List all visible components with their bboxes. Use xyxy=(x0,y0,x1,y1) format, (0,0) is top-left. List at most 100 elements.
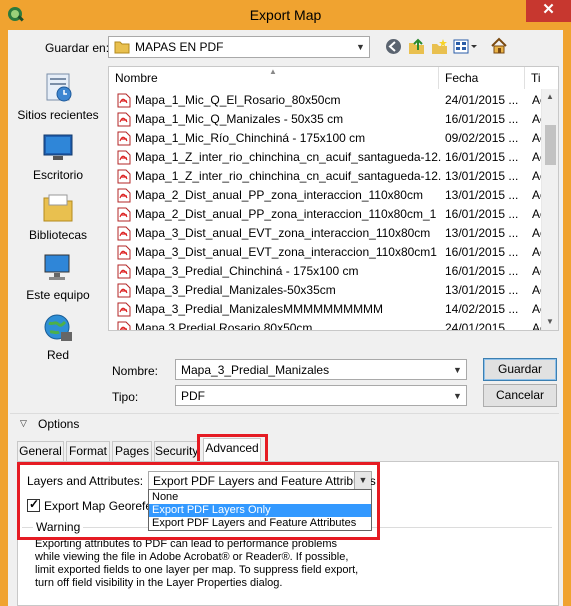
file-name: Mapa_3_Predial_ManizalesMMMMMMMMMM xyxy=(135,302,384,316)
pdf-file-icon xyxy=(117,112,131,127)
back-icon[interactable] xyxy=(385,38,402,55)
libraries-icon xyxy=(41,192,75,224)
file-date: 16/01/2015 ... xyxy=(445,112,519,126)
scrollbar-thumb[interactable] xyxy=(545,125,556,165)
vertical-scrollbar[interactable]: ▲ ▼ xyxy=(541,89,558,330)
pdf-file-icon xyxy=(117,302,131,317)
file-row[interactable]: Mapa_1_Z_inter_rio_chinchina_cn_acuif_sa… xyxy=(109,148,544,167)
filetype-select[interactable]: PDF ▼ xyxy=(175,385,467,406)
file-date: 09/02/2015 ... xyxy=(445,131,519,145)
filename-value: Mapa_3_Predial_Manizales xyxy=(181,363,330,377)
file-date: 13/01/2015 ... xyxy=(445,188,519,202)
recent-places-icon xyxy=(41,72,75,104)
file-row[interactable]: Mapa 3 Predial Rosario 80x50cm 24/01/2015… xyxy=(109,319,544,331)
file-row[interactable]: Mapa_3_Dist_anual_EVT_zona_interaccion_1… xyxy=(109,224,544,243)
sidebar-item-label: Red xyxy=(46,348,69,362)
pdf-file-icon xyxy=(117,264,131,279)
sidebar-item-recent[interactable]: Sitios recientes xyxy=(10,72,106,122)
file-name: Mapa 3 Predial Rosario 80x50cm xyxy=(135,321,313,331)
network-icon xyxy=(41,312,75,344)
column-header-date[interactable]: Fecha xyxy=(439,67,525,89)
sidebar-item-libraries[interactable]: Bibliotecas xyxy=(10,192,106,242)
tab-general[interactable]: General xyxy=(17,441,64,461)
column-header-type[interactable]: Ti xyxy=(525,67,558,89)
pdf-file-icon xyxy=(117,93,131,108)
file-row[interactable]: Mapa_3_Predial_Manizales-50x35cm 13/01/20… xyxy=(109,281,544,300)
file-row[interactable]: Mapa_1_Mic_Río_Chinchiná - 175x100 cm 09/… xyxy=(109,129,544,148)
sidebar-item-label: Bibliotecas xyxy=(28,228,88,242)
file-row[interactable]: Mapa_1_Mic_Q_Manizales - 50x35 cm 16/01/2… xyxy=(109,110,544,129)
window-title: Export Map xyxy=(249,7,322,23)
computer-icon xyxy=(41,252,75,284)
file-date: 16/01/2015 ... xyxy=(445,264,519,278)
folder-icon xyxy=(114,40,130,54)
file-name: Mapa_1_Mic_Río_Chinchiná - 175x100 cm xyxy=(135,131,366,145)
file-row[interactable]: Mapa_3_Predial_Chinchiná - 175x100 cm 16/… xyxy=(109,262,544,281)
file-row[interactable]: Mapa_2_Dist_anual_PP_zona_interaccion_11… xyxy=(109,186,544,205)
sidebar-item-label: Escritorio xyxy=(32,168,83,182)
window-frame-right[interactable] xyxy=(563,30,571,606)
file-name: Mapa_3_Predial_Manizales-50x35cm xyxy=(135,283,336,297)
file-row[interactable]: Mapa_2_Dist_anual_PP_zona_interaccion_11… xyxy=(109,205,544,224)
view-menu-icon[interactable] xyxy=(453,38,478,55)
filename-input[interactable]: Mapa_3_Predial_Manizales ▼ xyxy=(175,359,467,380)
filetype-value: PDF xyxy=(181,389,205,403)
sidebar-item-label: Este equipo xyxy=(26,288,90,302)
save-in-value: MAPAS EN PDF xyxy=(135,40,224,54)
file-date: 24/01/2015 ... xyxy=(445,93,519,107)
up-folder-icon[interactable] xyxy=(408,38,425,55)
warning-text: Exporting attributes to PDF can lead to … xyxy=(35,538,359,589)
file-name: Mapa_1_Mic_Q_Manizales - 50x35 cm xyxy=(135,112,344,126)
sidebar-item-label: Sitios recientes xyxy=(17,108,99,122)
new-folder-icon[interactable] xyxy=(431,38,448,55)
divider xyxy=(10,413,559,414)
file-date: 13/01/2015 ... xyxy=(445,169,519,183)
cancel-button[interactable]: Cancelar xyxy=(483,384,557,407)
pdf-file-icon xyxy=(117,283,131,298)
sort-arrow-icon: ▲ xyxy=(269,67,277,76)
file-name: Mapa_1_Mic_Q_El_Rosario_80x50cm xyxy=(135,93,341,107)
file-name: Mapa_2_Dist_anual_PP_zona_interaccion_11… xyxy=(135,207,437,221)
collapse-icon[interactable]: ▽ xyxy=(20,418,27,429)
pdf-file-icon xyxy=(117,207,131,222)
save-button[interactable]: Guardar xyxy=(483,358,557,381)
type-label: Tipo: xyxy=(112,390,139,404)
file-list[interactable]: Nombre ▲ Fecha Ti Mapa_1_Mic_Q_El_Rosari… xyxy=(108,66,559,331)
scroll-down-icon[interactable]: ▼ xyxy=(546,317,554,326)
close-button[interactable]: ✕ xyxy=(526,0,571,22)
file-name: Mapa_2_Dist_anual_PP_zona_interaccion_11… xyxy=(135,188,423,202)
file-name: Mapa_3_Predial_Chinchiná - 175x100 cm xyxy=(135,264,359,278)
pdf-file-icon xyxy=(117,169,131,184)
file-row[interactable]: Mapa_1_Z_inter_rio_chinchina_cn_acuif_sa… xyxy=(109,167,544,186)
home-icon[interactable] xyxy=(490,37,508,55)
options-header[interactable]: Options xyxy=(38,417,79,431)
file-row[interactable]: Mapa_3_Dist_anual_EVT_zona_interaccion_1… xyxy=(109,243,544,262)
save-in-combo[interactable]: MAPAS EN PDF ▼ xyxy=(108,36,370,58)
file-name: Mapa_1_Z_inter_rio_chinchina_cn_acuif_sa… xyxy=(135,169,441,183)
window-frame-left xyxy=(0,30,8,606)
file-name: Mapa_3_Dist_anual_EVT_zona_interaccion_1… xyxy=(135,245,437,259)
sidebar-item-computer[interactable]: Este equipo xyxy=(10,252,106,302)
tab-pages[interactable]: Pages xyxy=(112,441,152,461)
file-name: Mapa_1_Z_inter_rio_chinchina_cn_acuif_sa… xyxy=(135,150,441,164)
file-date: 13/01/2015 ... xyxy=(445,283,519,297)
sidebar-item-desktop[interactable]: Escritorio xyxy=(10,132,106,182)
tab-format[interactable]: Format xyxy=(66,441,110,461)
sidebar-item-network[interactable]: Red xyxy=(10,312,106,362)
pdf-file-icon xyxy=(117,321,131,330)
scroll-up-icon[interactable]: ▲ xyxy=(546,92,554,101)
file-date: 14/02/2015 ... xyxy=(445,302,519,316)
pdf-file-icon xyxy=(117,150,131,165)
chevron-down-icon: ▼ xyxy=(453,365,462,375)
name-label: Nombre: xyxy=(112,364,159,378)
tab-security[interactable]: Security xyxy=(154,441,199,461)
chevron-down-icon: ▼ xyxy=(356,42,365,52)
file-name: Mapa_3_Dist_anual_EVT_zona_interaccion_1… xyxy=(135,226,431,240)
save-in-label: Guardar en: xyxy=(45,41,110,55)
file-date: 13/01/2015 ... xyxy=(445,226,519,240)
pdf-file-icon xyxy=(117,245,131,260)
highlight-box-layers xyxy=(17,462,380,540)
pdf-file-icon xyxy=(117,131,131,146)
file-row[interactable]: Mapa_1_Mic_Q_El_Rosario_80x50cm 24/01/201… xyxy=(109,91,544,110)
file-row[interactable]: Mapa_3_Predial_ManizalesMMMMMMMMMM 14/02/… xyxy=(109,300,544,319)
